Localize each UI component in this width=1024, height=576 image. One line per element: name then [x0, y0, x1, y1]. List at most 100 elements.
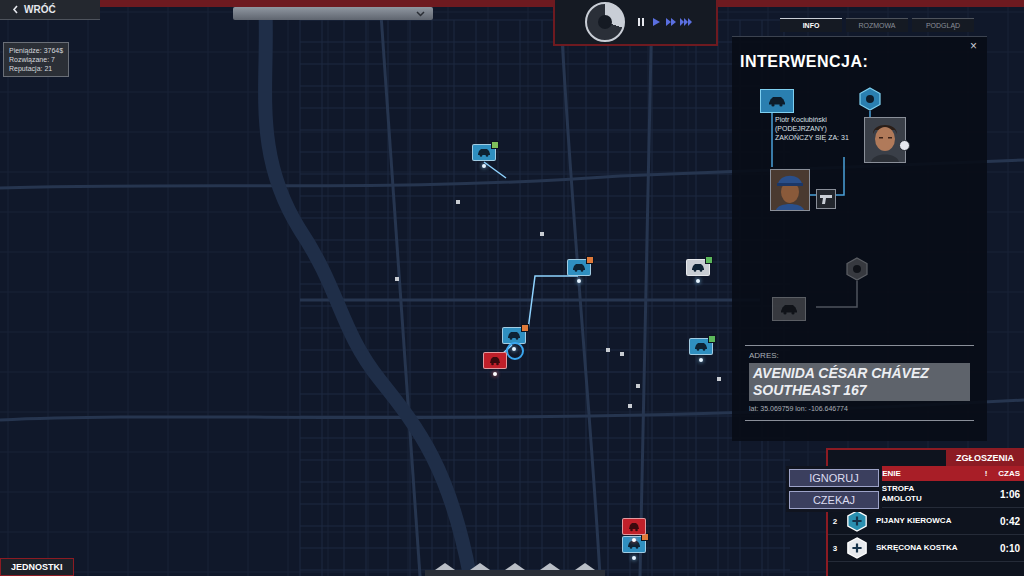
- status-badge: [708, 335, 716, 343]
- street-line: [322, 20, 323, 576]
- call-type-icon: [846, 510, 868, 532]
- street-line: [476, 20, 477, 576]
- address-box: ADRES:AVENIDA CÉSAR CHÁVEZSOUTHEAST 167l…: [745, 345, 974, 421]
- street-line: [410, 20, 411, 576]
- status-badge: [491, 141, 499, 149]
- clock-face: [598, 15, 612, 29]
- street-line: [630, 20, 631, 576]
- call-row[interactable]: 3SKRĘCONA KOSTKA0:10: [828, 535, 1024, 562]
- map-point[interactable]: [717, 377, 721, 381]
- unit-pin[interactable]: [567, 259, 591, 276]
- map-point[interactable]: [395, 277, 399, 281]
- badge-node[interactable]: [845, 257, 869, 281]
- pause-icon[interactable]: [635, 17, 647, 27]
- handle-triangle-icon[interactable]: [575, 563, 595, 570]
- call-name: PIJANY KIEROWCA: [872, 516, 980, 526]
- panel-tab[interactable]: INFO: [780, 18, 842, 32]
- action-button[interactable]: CZEKAJ: [789, 491, 879, 509]
- street-line: [542, 20, 543, 576]
- officer-portrait-icon: [771, 170, 809, 210]
- stat-line: Pieniądze: 3764$: [9, 46, 63, 55]
- call-time: 0:10: [992, 543, 1024, 554]
- speed-controls: [635, 17, 692, 27]
- pin-dot: [696, 279, 700, 283]
- call-row[interactable]: 2 PIJANY KIEROWCA 0:42: [828, 508, 1024, 535]
- dropdown[interactable]: [233, 7, 433, 20]
- car-icon: [628, 522, 640, 532]
- call-time: 0:42: [992, 516, 1024, 527]
- call-type-icon: [846, 537, 868, 559]
- river: [265, 0, 470, 576]
- officer-portrait[interactable]: [770, 169, 810, 211]
- street-line: [498, 20, 499, 576]
- map-point[interactable]: [620, 352, 624, 356]
- street-line: [300, 394, 790, 395]
- street-line: [586, 20, 587, 576]
- pin-dot: [482, 164, 486, 168]
- close-button[interactable]: ×: [970, 39, 977, 53]
- badge-node[interactable]: [858, 87, 882, 111]
- map-point[interactable]: [456, 200, 460, 204]
- handle-triangle-icon[interactable]: [505, 563, 525, 570]
- main-road: [640, 0, 652, 576]
- top-strip: [100, 0, 553, 20]
- street-line: [300, 504, 790, 505]
- street-line: [288, 0, 289, 576]
- top-strip: [718, 0, 1024, 17]
- bottom-handles: [425, 562, 605, 576]
- panel-tab[interactable]: PODGLĄD: [912, 18, 974, 32]
- units-tab[interactable]: JEDNOSTKI: [0, 558, 74, 576]
- back-button[interactable]: WRÓĆ: [0, 0, 100, 20]
- street-line: [300, 482, 790, 483]
- panel-tab[interactable]: ROZMOWA: [846, 18, 908, 32]
- car-icon: [507, 331, 521, 340]
- weapon-slot[interactable]: [816, 189, 836, 209]
- stat-line: Rozwiązane: 7: [9, 55, 63, 64]
- time-controls: [553, 0, 718, 46]
- pin-dot: [512, 347, 516, 351]
- incident-pin[interactable]: [483, 352, 507, 369]
- play-icon[interactable]: [650, 17, 662, 27]
- handcuffs-icon: [899, 140, 910, 151]
- street-line: [718, 20, 719, 576]
- street-line: [300, 350, 790, 351]
- map-point[interactable]: [636, 384, 640, 388]
- unit-pin[interactable]: [502, 327, 526, 344]
- handle-bar: [425, 570, 605, 576]
- main-road: [380, 0, 420, 576]
- chevron-left-icon: [12, 5, 19, 14]
- unit-pin[interactable]: [686, 259, 710, 276]
- unit-pin[interactable]: [689, 338, 713, 355]
- vehicle-node[interactable]: [772, 297, 806, 321]
- address-value: AVENIDA CÉSAR CHÁVEZSOUTHEAST 167: [749, 363, 970, 401]
- street-line: [300, 548, 790, 549]
- status-badge: [705, 256, 713, 264]
- status-badge: [586, 256, 594, 264]
- address-label: ADRES:: [749, 351, 970, 360]
- status-badge: [521, 324, 529, 332]
- handle-triangle-icon[interactable]: [470, 563, 490, 570]
- unit-pin[interactable]: [472, 144, 496, 161]
- intervention-panel: ×INTERWENCJA:Piotr Kociubiński(PODEJRZAN…: [732, 36, 987, 441]
- street-line: [300, 460, 790, 461]
- handle-triangle-icon[interactable]: [540, 563, 560, 570]
- panel-tabs: INFO ROZMOWA PODGLĄD: [780, 18, 974, 32]
- suspect-portrait[interactable]: [864, 117, 906, 163]
- stats-box: Pieniądze: 3764$Rozwiązane: 7Reputacja: …: [3, 42, 69, 77]
- incident-pin[interactable]: [622, 518, 646, 535]
- fastest-icon[interactable]: [680, 17, 692, 27]
- pin-dot: [577, 279, 581, 283]
- handle-triangle-icon[interactable]: [435, 563, 455, 570]
- vehicle-node[interactable]: [760, 89, 794, 113]
- unit-route: [528, 276, 578, 330]
- map-point[interactable]: [606, 348, 610, 352]
- call-name-line: PIJANY KIEROWCA: [876, 516, 980, 526]
- map-point[interactable]: [628, 404, 632, 408]
- stat-line: Reputacja: 21: [9, 64, 63, 73]
- pin-dot: [632, 556, 636, 560]
- fast-icon[interactable]: [665, 17, 677, 27]
- call-number: 2: [828, 517, 842, 526]
- action-button[interactable]: IGNORUJ: [789, 469, 879, 487]
- street-line: [564, 20, 565, 576]
- map-point[interactable]: [540, 232, 544, 236]
